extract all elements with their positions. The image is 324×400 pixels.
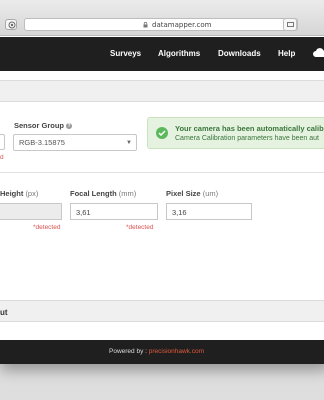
focal-length-input[interactable]: 3,61 [70,203,158,220]
alert-title: Your camera has been automatically calib… [175,124,324,133]
chevron-down-icon: ▼ [126,140,132,146]
height-detected: *detected [33,224,61,231]
focal-length-label-text: Focal Length [70,189,117,198]
help-icon[interactable]: ? [66,123,73,129]
check-circle-icon [156,127,168,139]
top-navbar: Surveys Algorithms Downloads Help [0,37,324,71]
sensor-group-label: Sensor Group? [14,121,73,130]
nav-algorithms[interactable]: Algorithms [158,49,200,58]
height-unit: (px) [25,189,39,198]
camera-section-header [0,80,324,102]
tabs-button[interactable] [283,18,297,31]
lower-section-label: ut [0,308,8,317]
focal-length-detected: *detected [126,224,154,231]
nav-surveys[interactable]: Surveys [110,49,141,58]
footer-text: Powered by : precisionhawk.com [109,348,204,355]
lower-section-header[interactable]: ut [0,300,324,322]
sensor-group-value: RGB-3.15875 [19,138,65,147]
pixel-size-input[interactable]: 3,16 [166,203,252,220]
height-label-text: Height [0,189,24,198]
camera-model-detected: d [0,154,4,161]
share-icon [8,21,16,29]
browser-window: datamapper.com ↻ Surveys Algorithms Down… [0,0,324,364]
address-bar[interactable]: datamapper.com ↻ [24,18,298,31]
sensor-group-label-text: Sensor Group [14,121,65,130]
divider [0,172,324,173]
cloud-icon[interactable] [313,48,324,58]
focal-length-label: Focal Length (mm) [70,189,136,198]
focal-length-unit: (mm) [118,189,137,198]
sensor-group-select[interactable]: RGB-3.15875 ▼ [13,134,137,151]
nav-help[interactable]: Help [278,49,295,58]
calibration-alert: Your camera has been automatically calib… [147,117,324,149]
footer-prefix: Powered by : [109,348,149,355]
pixel-size-value: 3,16 [172,208,187,217]
focal-length-value: 3,61 [76,208,91,217]
alert-message: Camera Calibration parameters have been … [175,135,319,142]
pixel-size-label: Pixel Size (um) [166,189,218,198]
browser-toolbar: datamapper.com ↻ [0,0,324,36]
height-input[interactable] [0,203,62,220]
share-button[interactable] [5,19,17,30]
url-text: datamapper.com [152,21,212,29]
pixel-size-unit: (um) [202,189,219,198]
footer: Powered by : precisionhawk.com [0,340,324,364]
nav-downloads[interactable]: Downloads [218,49,261,58]
footer-brand-link[interactable]: precisionhawk.com [149,348,204,355]
lock-icon [143,22,148,28]
camera-model-select[interactable] [0,134,5,150]
pixel-size-label-text: Pixel Size [166,189,201,198]
tabs-icon [287,22,294,27]
height-label: Height (px) [0,189,38,198]
